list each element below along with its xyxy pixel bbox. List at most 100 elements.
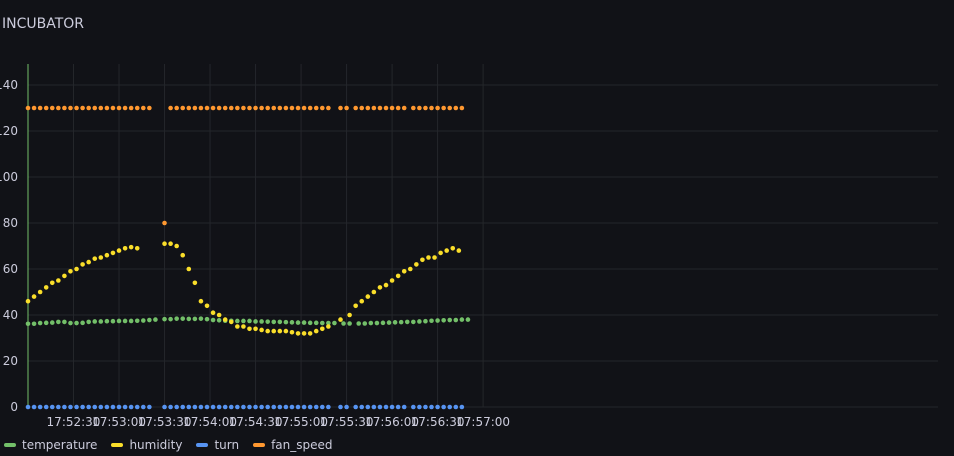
turn-point[interactable]	[104, 404, 110, 410]
temperature-point[interactable]	[198, 316, 204, 321]
turn-point[interactable]	[259, 404, 264, 410]
humidity-point[interactable]	[353, 303, 358, 309]
fan_speed-point[interactable]	[423, 105, 428, 111]
humidity-point[interactable]	[222, 317, 228, 322]
humidity-point[interactable]	[92, 256, 98, 261]
humidity-point[interactable]	[116, 248, 122, 253]
fan_speed-point[interactable]	[277, 105, 283, 111]
humidity-point[interactable]	[25, 298, 31, 304]
turn-point[interactable]	[277, 404, 283, 410]
turn-point[interactable]	[313, 404, 319, 410]
humidity-point[interactable]	[319, 326, 325, 332]
humidity-point[interactable]	[371, 289, 377, 295]
temperature-point[interactable]	[253, 319, 258, 324]
turn-point[interactable]	[417, 404, 422, 410]
turn-point[interactable]	[134, 404, 140, 410]
temperature-point[interactable]	[362, 321, 368, 326]
temperature-point[interactable]	[398, 319, 404, 325]
humidity-point[interactable]	[98, 255, 104, 260]
humidity-point[interactable]	[134, 246, 140, 251]
fan_speed-point[interactable]	[459, 105, 465, 111]
humidity-point[interactable]	[395, 273, 401, 279]
temperature-point[interactable]	[192, 316, 198, 322]
humidity-point[interactable]	[247, 326, 252, 332]
legend-item-turn[interactable]: turn	[196, 438, 239, 452]
fan_speed-point[interactable]	[62, 105, 67, 111]
humidity-point[interactable]	[377, 285, 383, 290]
temperature-point[interactable]	[453, 317, 459, 323]
turn-point[interactable]	[435, 404, 440, 410]
temperature-point[interactable]	[25, 321, 31, 327]
turn-point[interactable]	[192, 404, 198, 410]
temperature-point[interactable]	[235, 318, 240, 324]
fan_speed-point[interactable]	[344, 105, 349, 111]
turn-point[interactable]	[128, 404, 134, 410]
fan_speed-point[interactable]	[186, 105, 192, 111]
humidity-point[interactable]	[122, 246, 128, 251]
temperature-point[interactable]	[465, 317, 471, 322]
fan_speed-point[interactable]	[247, 105, 252, 111]
turn-point[interactable]	[429, 404, 434, 410]
fan_speed-point[interactable]	[313, 105, 319, 111]
fan_speed-point[interactable]	[435, 105, 440, 111]
fan_speed-point[interactable]	[326, 105, 331, 111]
temperature-point[interactable]	[216, 317, 222, 323]
turn-point[interactable]	[265, 404, 270, 410]
temperature-point[interactable]	[289, 320, 295, 325]
temperature-point[interactable]	[80, 320, 85, 326]
turn-point[interactable]	[365, 404, 371, 410]
turn-point[interactable]	[395, 404, 401, 410]
turn-point[interactable]	[210, 404, 216, 410]
turn-point[interactable]	[110, 404, 116, 410]
turn-point[interactable]	[359, 404, 365, 410]
fan_speed-point[interactable]	[365, 105, 371, 111]
temperature-point[interactable]	[147, 317, 152, 323]
humidity-point[interactable]	[235, 324, 240, 329]
humidity-point[interactable]	[168, 241, 173, 246]
turn-point[interactable]	[411, 404, 416, 410]
legend-item-humidity[interactable]: humidity	[111, 438, 182, 452]
temperature-point[interactable]	[241, 318, 246, 324]
fan_speed-point[interactable]	[168, 105, 173, 111]
fan_speed-point[interactable]	[222, 105, 228, 111]
temperature-point[interactable]	[319, 320, 325, 326]
turn-point[interactable]	[198, 404, 204, 410]
turn-point[interactable]	[377, 404, 383, 410]
humidity-point[interactable]	[383, 282, 389, 288]
fan_speed-point[interactable]	[204, 105, 210, 111]
temperature-point[interactable]	[347, 321, 352, 326]
temperature-point[interactable]	[104, 318, 110, 324]
fan_speed-point[interactable]	[453, 105, 459, 111]
temperature-point[interactable]	[74, 320, 79, 326]
temperature-point[interactable]	[368, 320, 374, 326]
humidity-point[interactable]	[259, 327, 264, 333]
humidity-point[interactable]	[407, 266, 413, 272]
fan_speed-point[interactable]	[319, 105, 325, 111]
fan_speed-point[interactable]	[259, 105, 264, 111]
turn-point[interactable]	[92, 404, 98, 410]
fan_speed-point[interactable]	[228, 105, 234, 111]
temperature-point[interactable]	[283, 319, 289, 325]
humidity-point[interactable]	[62, 273, 67, 279]
humidity-point[interactable]	[56, 278, 61, 283]
humidity-point[interactable]	[389, 278, 395, 283]
humidity-point[interactable]	[43, 285, 49, 290]
turn-point[interactable]	[86, 404, 91, 410]
turn-point[interactable]	[459, 404, 465, 410]
fan_speed-point[interactable]	[265, 105, 270, 111]
fan_speed-point[interactable]	[37, 105, 43, 111]
turn-point[interactable]	[228, 404, 234, 410]
temperature-point[interactable]	[307, 320, 313, 326]
fan_speed-point[interactable]	[338, 105, 343, 111]
turn-point[interactable]	[147, 404, 152, 410]
humidity-point[interactable]	[283, 328, 289, 334]
humidity-point[interactable]	[110, 250, 116, 256]
turn-point[interactable]	[371, 404, 377, 410]
turn-point[interactable]	[116, 404, 122, 410]
humidity-point[interactable]	[216, 312, 222, 318]
turn-point[interactable]	[453, 404, 459, 410]
temperature-point[interactable]	[92, 319, 98, 324]
humidity-point[interactable]	[162, 241, 167, 246]
turn-point[interactable]	[168, 404, 173, 410]
fan_speed-point[interactable]	[49, 105, 55, 111]
